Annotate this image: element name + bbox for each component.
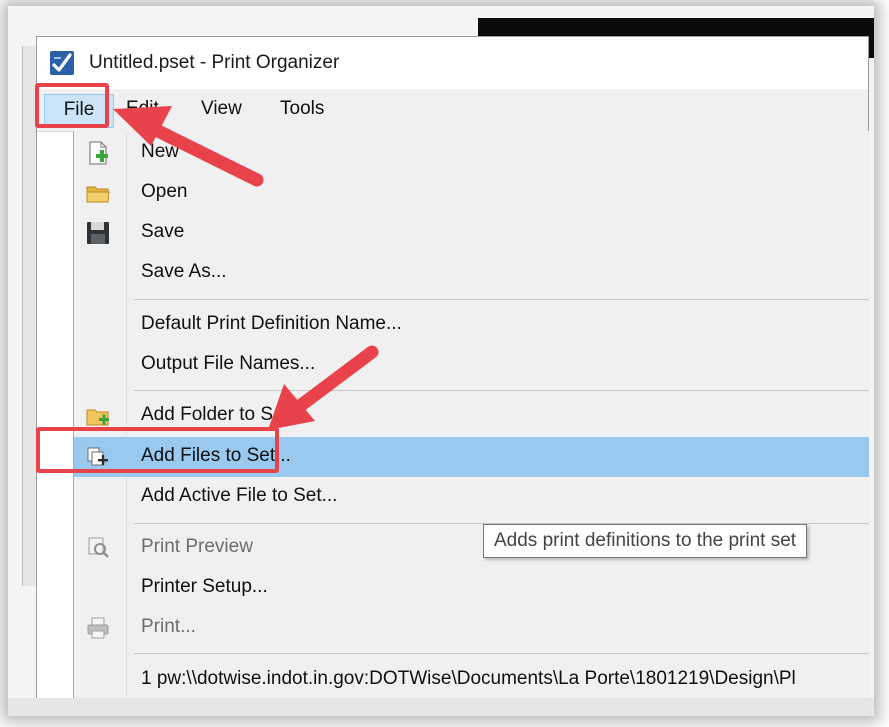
menu-separator [134, 653, 869, 654]
screenshot-frame: Untitled.pset - Print Organizer File Edi… [8, 6, 874, 716]
menu-item-label: Print... [141, 616, 196, 637]
menu-item-label: 1 pw:\\dotwise.indot.in.gov:DOTWise\Docu… [141, 668, 796, 689]
window-title: Untitled.pset - Print Organizer [89, 52, 340, 73]
menu-item-save[interactable]: Save [74, 213, 869, 253]
menu-item-label: Add Folder to Set [141, 404, 289, 425]
menu-item-open[interactable]: Open [74, 173, 869, 213]
printer-icon [87, 617, 109, 639]
menu-item-label: New [141, 141, 180, 162]
menu-view[interactable]: View [201, 98, 242, 120]
highlight-box-file [35, 83, 109, 128]
menu-item-label: Add Active File to Set... [141, 485, 338, 506]
floppy-disk-icon [87, 222, 109, 244]
menu-item-printer-setup[interactable]: Printer Setup... [74, 568, 869, 608]
menu-separator [134, 299, 869, 300]
print-organizer-icon [50, 51, 74, 75]
menu-bar: File Edit View Tools [37, 89, 868, 132]
title-bar: Untitled.pset - Print Organizer [37, 37, 868, 89]
menu-item-label: Print Preview [141, 536, 253, 557]
add-folder-icon [86, 409, 109, 426]
folder-open-icon [86, 186, 110, 203]
menu-separator [134, 390, 869, 391]
menu-item-label: Default Print Definition Name... [141, 313, 402, 334]
menu-item-label: Open [141, 181, 188, 202]
print-organizer-window: Untitled.pset - Print Organizer File Edi… [36, 36, 869, 700]
menu-item-print[interactable]: Print... [74, 608, 869, 648]
bottom-edge [8, 698, 874, 716]
menu-item-new[interactable]: New [74, 133, 869, 173]
menu-item-recent-file-1[interactable]: 1 pw:\\dotwise.indot.in.gov:DOTWise\Docu… [74, 660, 869, 700]
print-preview-icon [88, 537, 109, 558]
menu-item-label: Output File Names... [141, 353, 316, 374]
menu-item-label: Save [141, 221, 185, 242]
menu-edit[interactable]: Edit [126, 98, 159, 120]
file-menu-dropdown: New Open Save Save As... Default Print D… [73, 131, 869, 699]
menu-tools[interactable]: Tools [280, 98, 324, 120]
new-document-icon [89, 141, 108, 165]
highlight-box-add-files [36, 427, 279, 473]
menu-item-label: Save As... [141, 261, 227, 282]
tooltip: Adds print definitions to the print set [483, 524, 808, 558]
menu-item-add-active-file-to-set[interactable]: Add Active File to Set... [74, 477, 869, 517]
menu-item-label: Printer Setup... [141, 576, 268, 597]
menu-item-output-file-names[interactable]: Output File Names... [74, 345, 869, 385]
menu-item-default-print-definition-name[interactable]: Default Print Definition Name... [74, 305, 869, 345]
menu-item-save-as[interactable]: Save As... [74, 253, 869, 293]
